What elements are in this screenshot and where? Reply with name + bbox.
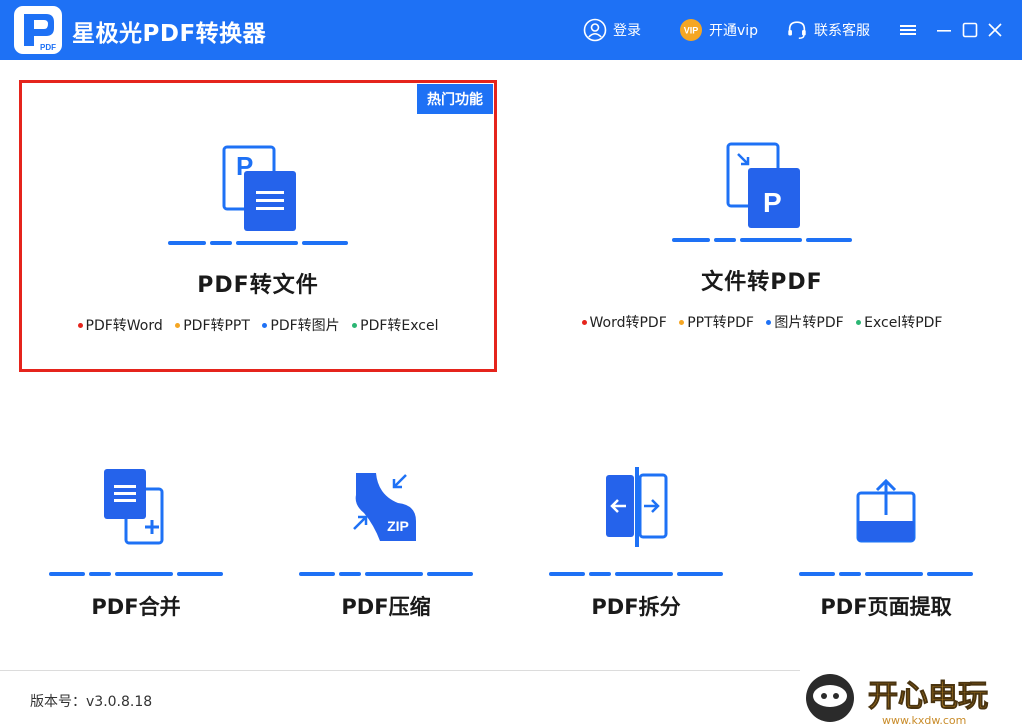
vip-icon: VIP xyxy=(680,19,702,41)
main-content: 热门功能 P PDF转文件 PDF转Word PDF转PPT PDF转图片 PD… xyxy=(0,60,1022,728)
app-title: 星极光PDF转换器 xyxy=(72,21,267,47)
tool-pdf-merge-title: PDF合并 xyxy=(91,595,181,619)
svg-text:ZIP: ZIP xyxy=(387,518,409,534)
tool-pdf-extract-title: PDF页面提取 xyxy=(820,595,952,619)
title-bar: PDF 星极光PDF转换器 登录 VIP 开通vip 联系客服 xyxy=(0,0,1022,60)
hot-feature-badge: 热门功能 xyxy=(417,84,493,114)
svg-text:PDF: PDF xyxy=(40,43,56,52)
watermark-logo: 开心电玩 www.kxdw.com xyxy=(806,674,989,727)
option-word-to-pdf[interactable]: Word转PDF xyxy=(581,312,667,332)
option-pdf-to-excel[interactable]: PDF转Excel xyxy=(352,315,439,335)
file-to-pdf-icon: P xyxy=(726,142,800,228)
decorative-divider xyxy=(49,572,223,576)
footer-divider xyxy=(0,670,800,671)
tool-pdf-split-title: PDF拆分 xyxy=(591,595,681,619)
user-icon xyxy=(583,18,607,42)
tool-pdf-extract-pages[interactable]: PDF页面提取 xyxy=(776,405,996,635)
extract-icon xyxy=(856,478,916,543)
pdf-to-file-icon: P xyxy=(222,145,296,231)
pdf-to-file-title: PDF转文件 xyxy=(197,273,319,298)
file-to-pdf-options: Word转PDF PPT转PDF 图片转PDF Excel转PDF xyxy=(523,312,1001,332)
decorative-divider xyxy=(299,572,473,576)
decorative-divider xyxy=(549,572,723,576)
split-icon xyxy=(606,467,668,547)
option-pdf-to-ppt[interactable]: PDF转PPT xyxy=(175,315,250,335)
headset-icon xyxy=(788,21,806,39)
vip-label: 开通vip xyxy=(709,23,759,39)
version-label: 版本号：v3.0.8.18 xyxy=(30,694,153,710)
merge-icon xyxy=(104,469,164,545)
tool-pdf-merge[interactable]: PDF合并 xyxy=(26,405,246,635)
pdf-to-file-options: PDF转Word PDF转PPT PDF转图片 PDF转Excel xyxy=(22,315,494,335)
login-button[interactable]: 登录 xyxy=(583,16,641,44)
file-to-pdf-card[interactable]: P 文件转PDF Word转PDF PPT转PDF 图片转PDF Excel转P… xyxy=(523,80,1001,372)
option-excel-to-pdf[interactable]: Excel转PDF xyxy=(856,312,943,332)
svg-text:www.kxdw.com: www.kxdw.com xyxy=(882,714,966,727)
tool-pdf-split[interactable]: PDF拆分 xyxy=(526,405,746,635)
decorative-divider xyxy=(799,572,973,576)
svg-text:P: P xyxy=(763,187,782,218)
option-pdf-to-image[interactable]: PDF转图片 xyxy=(262,315,340,335)
close-icon[interactable] xyxy=(983,18,1007,42)
login-label: 登录 xyxy=(613,23,641,39)
pdf-to-file-card[interactable]: 热门功能 P PDF转文件 PDF转Word PDF转PPT PDF转图片 PD… xyxy=(19,80,497,372)
contact-support-button[interactable]: 联系客服 xyxy=(786,16,870,44)
minimize-icon[interactable] xyxy=(932,18,956,42)
option-ppt-to-pdf[interactable]: PPT转PDF xyxy=(679,312,754,332)
option-pdf-to-word[interactable]: PDF转Word xyxy=(77,315,163,335)
file-to-pdf-title: 文件转PDF xyxy=(701,270,823,295)
decorative-divider xyxy=(672,238,852,242)
app-logo: PDF xyxy=(14,6,62,54)
maximize-icon[interactable] xyxy=(958,18,982,42)
tool-pdf-compress[interactable]: ZIP PDF压缩 xyxy=(276,405,496,635)
compress-icon: ZIP xyxy=(353,473,416,541)
menu-icon[interactable] xyxy=(896,18,920,42)
svg-text:VIP: VIP xyxy=(684,26,699,36)
support-label: 联系客服 xyxy=(814,23,870,39)
option-image-to-pdf[interactable]: 图片转PDF xyxy=(766,312,844,332)
decorative-divider xyxy=(168,241,348,245)
open-vip-button[interactable]: VIP 开通vip xyxy=(679,16,758,44)
svg-text:开心电玩: 开心电玩 xyxy=(868,679,988,714)
tool-pdf-compress-title: PDF压缩 xyxy=(341,595,431,619)
